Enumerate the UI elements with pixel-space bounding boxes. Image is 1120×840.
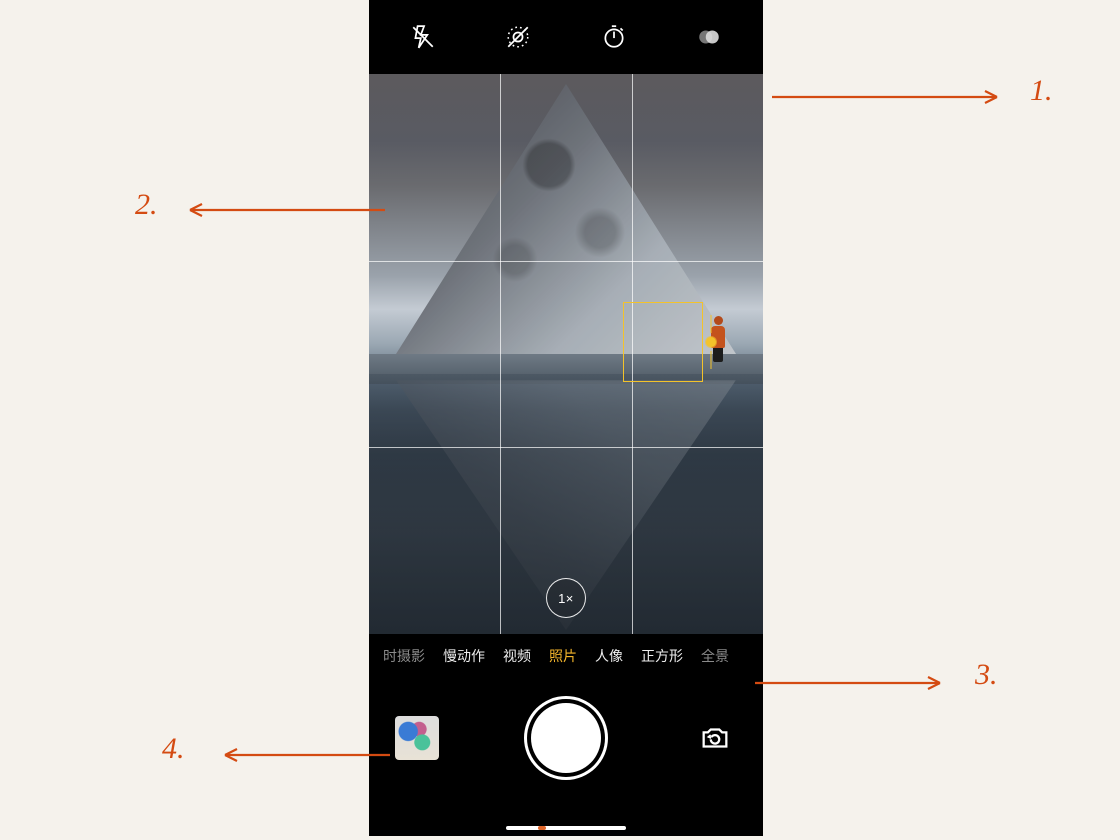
live-photo-off-icon[interactable] bbox=[503, 22, 533, 52]
annotation-label-4: 4. bbox=[162, 732, 185, 766]
mode-photo[interactable]: 照片 bbox=[549, 646, 577, 666]
annotation-label-3: 3. bbox=[975, 658, 998, 692]
focus-indicator[interactable] bbox=[623, 302, 703, 382]
zoom-label: 1× bbox=[558, 591, 574, 606]
mode-timelapse[interactable]: 时摄影 bbox=[383, 646, 425, 666]
exposure-slider-icon[interactable] bbox=[706, 337, 716, 347]
annotation-arrow-1 bbox=[772, 82, 1012, 112]
annotation-label-1: 1. bbox=[1030, 74, 1053, 108]
annotation-arrow-3 bbox=[755, 668, 955, 698]
annotation-arrow-4 bbox=[210, 740, 390, 770]
home-indicator[interactable] bbox=[506, 826, 626, 830]
mode-pano[interactable]: 全景 bbox=[701, 646, 729, 666]
flash-off-icon[interactable] bbox=[408, 22, 438, 52]
annotation-label-2: 2. bbox=[135, 188, 158, 222]
mode-square[interactable]: 正方形 bbox=[641, 646, 683, 666]
camera-bottom-controls bbox=[369, 678, 763, 798]
annotation-arrow-2 bbox=[175, 195, 385, 225]
camera-top-controls bbox=[369, 0, 763, 74]
zoom-toggle[interactable]: 1× bbox=[546, 578, 586, 618]
mode-portrait[interactable]: 人像 bbox=[595, 646, 623, 666]
mode-video[interactable]: 视频 bbox=[503, 646, 531, 666]
camera-viewfinder[interactable]: 1× bbox=[369, 74, 763, 634]
filters-icon[interactable] bbox=[694, 22, 724, 52]
camera-flip-icon[interactable] bbox=[693, 716, 737, 760]
mode-slomo[interactable]: 慢动作 bbox=[443, 646, 485, 666]
camera-mode-strip[interactable]: 时摄影 慢动作 视频 照片 人像 正方形 全景 bbox=[369, 634, 763, 678]
shutter-button[interactable] bbox=[531, 703, 601, 773]
last-photo-thumbnail[interactable] bbox=[395, 716, 439, 760]
timer-icon[interactable] bbox=[599, 22, 629, 52]
phone-camera-app: 1× 时摄影 慢动作 视频 照片 人像 正方形 全景 bbox=[369, 0, 763, 836]
